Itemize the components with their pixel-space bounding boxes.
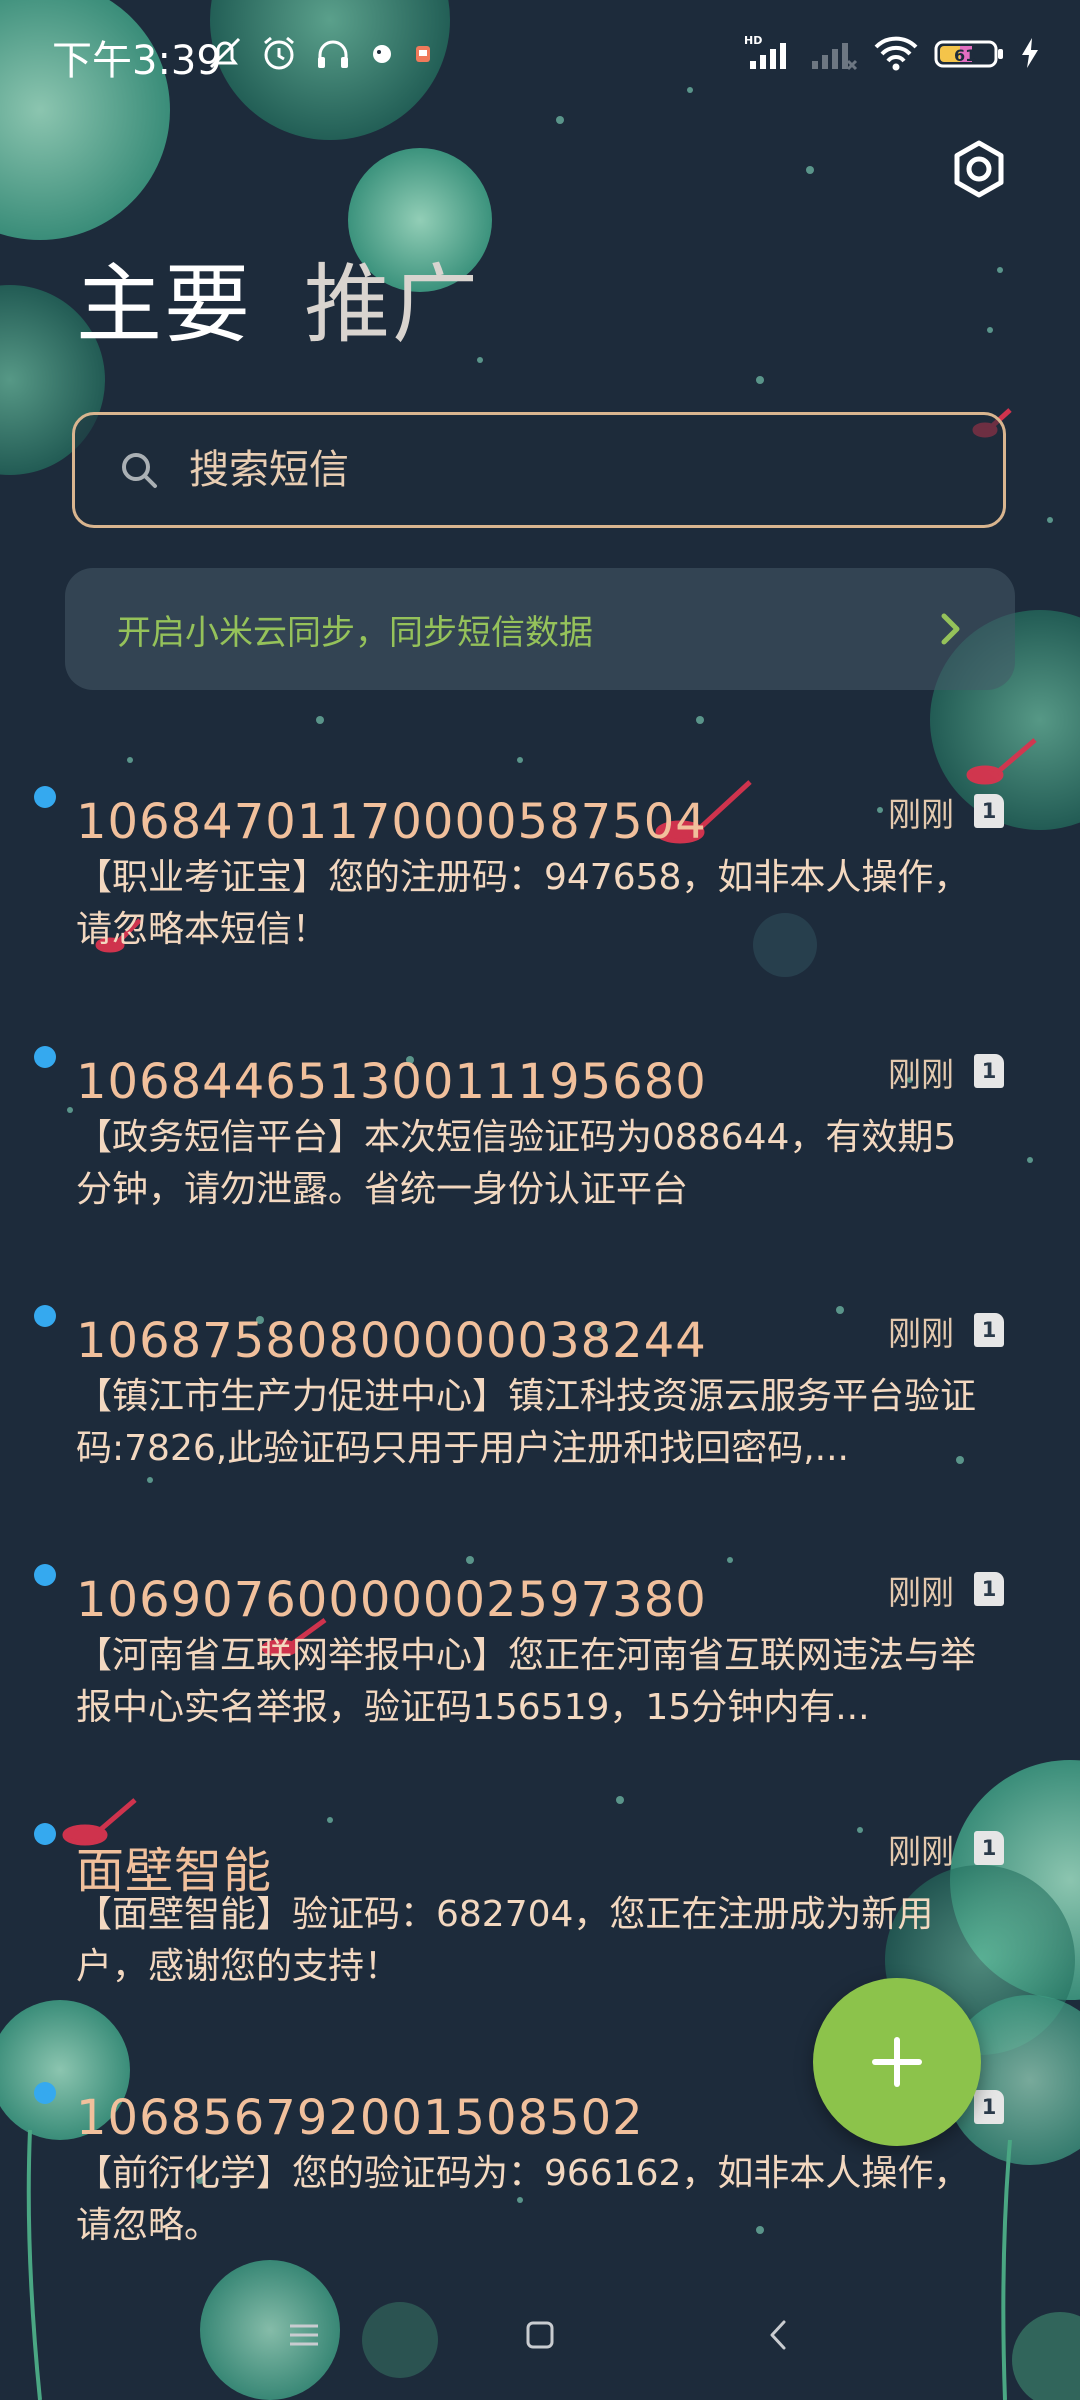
message-time: 刚刚 bbox=[888, 1573, 954, 1612]
sim-card-icon: 1 bbox=[974, 1572, 1004, 1606]
unread-dot bbox=[34, 1564, 56, 1586]
message-sender: 10687580800000038244 bbox=[76, 1313, 707, 1369]
svg-text:61: 61 bbox=[954, 46, 976, 65]
unread-dot bbox=[34, 1305, 56, 1327]
nav-back-button[interactable] bbox=[748, 2310, 808, 2360]
message-preview: 【镇江市生产力促进中心】镇江科技资源云服务平台验证码:7826,此验证码只用于用… bbox=[76, 1376, 976, 1469]
new-message-button[interactable] bbox=[813, 1978, 981, 2146]
battery-icon: 61 bbox=[934, 33, 1006, 73]
tab-bar: 主要 推广 bbox=[76, 262, 480, 348]
nav-home-button[interactable] bbox=[510, 2310, 570, 2360]
navigation-bar bbox=[0, 2290, 1080, 2380]
message-preview: 【职业考证宝】您的注册码：947658，如非本人操作，请忽略本短信！ bbox=[76, 857, 970, 950]
charging-icon bbox=[1020, 36, 1040, 70]
app-notification-icon bbox=[367, 38, 397, 68]
back-chevron-icon bbox=[770, 2320, 786, 2350]
message-preview: 【前衍化学】您的验证码为：966162，如非本人操作，请忽略。 bbox=[76, 2153, 970, 2246]
message-sender: 1068470117000058750​4 bbox=[76, 794, 707, 850]
wifi-icon bbox=[872, 33, 920, 73]
message-time: 刚刚 bbox=[888, 1832, 954, 1871]
status-time: 下午3:39 bbox=[52, 38, 222, 84]
app-notification-icon-2 bbox=[411, 38, 435, 68]
search-icon bbox=[122, 453, 157, 488]
search-bar[interactable] bbox=[72, 412, 1006, 528]
message-time: 刚刚 bbox=[888, 1055, 954, 1094]
signal-hd-icon: HD bbox=[744, 33, 796, 73]
gear-icon bbox=[954, 140, 1004, 198]
status-bar: 下午3:39 HD 61 bbox=[0, 0, 1080, 105]
message-sender: 10690760000002597380 bbox=[76, 1572, 707, 1628]
menu-icon bbox=[290, 2324, 318, 2346]
alarm-icon bbox=[259, 33, 299, 73]
message-item[interactable]: 10690760000002597380 刚刚 1 【河南省互联网举报中心】您正… bbox=[0, 1558, 1080, 1818]
message-item[interactable]: 1068470117000058750​4 刚刚 1 【职业考证宝】您的注册码：… bbox=[0, 780, 1080, 1040]
chevron-right-icon bbox=[941, 613, 960, 645]
message-time: 刚刚 bbox=[888, 1314, 954, 1353]
sim-card-icon: 1 bbox=[974, 1313, 1004, 1347]
message-sender: 106856792001508502 bbox=[76, 2090, 644, 2146]
message-preview: 【面壁智能】验证码：682704，您正在注册成为新用户，感谢您的支持！ bbox=[76, 1894, 934, 1987]
nav-recents-button[interactable] bbox=[274, 2310, 334, 2360]
unread-dot bbox=[34, 2082, 56, 2104]
square-icon bbox=[526, 2321, 554, 2349]
message-preview: 【河南省互联网举报中心】您正在河南省互联网违法与举报中心实名举报，验证码1565… bbox=[76, 1635, 976, 1728]
sync-banner-text: 开启小米云同步，同步短信数据 bbox=[117, 612, 593, 653]
headphones-icon bbox=[313, 33, 353, 73]
unread-dot bbox=[34, 1046, 56, 1068]
sim-card-icon: 1 bbox=[974, 1831, 1004, 1865]
message-time: 刚刚 bbox=[888, 795, 954, 834]
sim-card-icon: 1 bbox=[974, 1054, 1004, 1088]
message-item[interactable]: 10687580800000038244 刚刚 1 【镇江市生产力促进中心】镇江… bbox=[0, 1299, 1080, 1559]
search-input[interactable] bbox=[187, 446, 951, 494]
tab-promotions[interactable]: 推广 bbox=[304, 262, 480, 348]
signal-weak-icon bbox=[810, 33, 858, 73]
status-icons-left bbox=[205, 28, 435, 78]
status-icons-right: HD 61 bbox=[744, 28, 1040, 78]
message-sender: 10684465130011195680 bbox=[76, 1054, 707, 1110]
unread-dot bbox=[34, 1823, 56, 1845]
sim-card-icon: 1 bbox=[974, 2090, 1004, 2124]
unread-dot bbox=[34, 786, 56, 808]
message-item[interactable]: 10684465130011195680 刚刚 1 【政务短信平台】本次短信验证… bbox=[0, 1040, 1080, 1300]
tab-main[interactable]: 主要 bbox=[76, 262, 252, 348]
message-preview: 【政务短信平台】本次短信验证码为088644，有效期5分钟，请勿泄露。省统一身份… bbox=[76, 1117, 957, 1210]
svg-text:HD: HD bbox=[744, 34, 762, 47]
cloud-sync-banner[interactable]: 开启小米云同步，同步短信数据 bbox=[65, 568, 1015, 690]
sim-card-icon: 1 bbox=[974, 794, 1004, 828]
plus-icon bbox=[872, 2037, 922, 2087]
settings-button[interactable] bbox=[950, 140, 1008, 198]
mute-bell-icon bbox=[205, 33, 245, 73]
